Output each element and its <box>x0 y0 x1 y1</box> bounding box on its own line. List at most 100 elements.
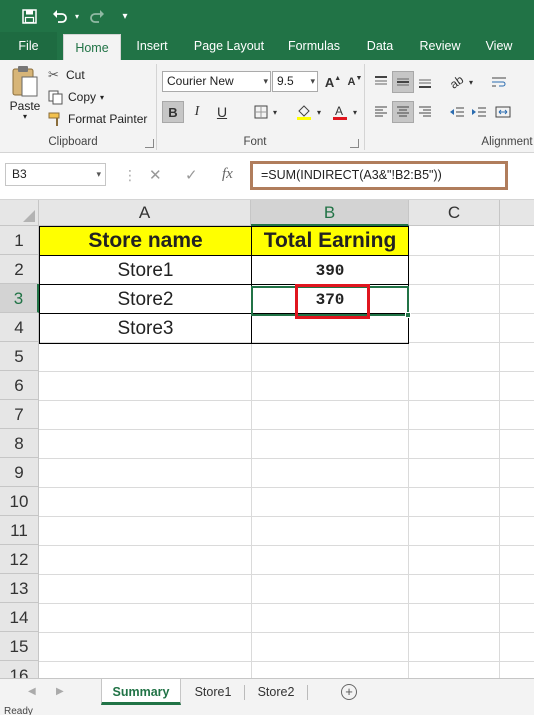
row-header-15[interactable]: 15 <box>0 632 39 661</box>
tab-view[interactable]: View <box>476 32 522 60</box>
tab-data[interactable]: Data <box>356 32 404 60</box>
italic-button[interactable]: I <box>186 101 208 123</box>
scroll-right-icon[interactable]: ▶ <box>56 686 64 697</box>
sheet-tab-separator <box>307 685 308 700</box>
column-header-a[interactable]: A <box>39 200 251 226</box>
fill-color-icon[interactable] <box>293 101 315 123</box>
cut-button[interactable]: ✂ Cut <box>48 66 85 84</box>
paste-icon <box>12 66 38 97</box>
bottom-align-icon[interactable] <box>414 71 436 93</box>
scroll-left-icon[interactable]: ◀ <box>28 686 36 697</box>
paste-dropdown-icon[interactable]: ▾ <box>23 113 27 121</box>
cell-b1[interactable]: Total Earning <box>252 227 408 255</box>
fill-color-dropdown-icon[interactable]: ▾ <box>314 101 324 123</box>
top-align-icon[interactable] <box>370 71 392 93</box>
underline-icon[interactable]: U <box>211 101 233 123</box>
font-name-select[interactable]: Courier New ▾ <box>162 71 271 92</box>
save-icon[interactable] <box>18 6 40 26</box>
clipboard-launcher-icon[interactable] <box>145 139 154 148</box>
table-border <box>408 226 409 344</box>
row-header-7[interactable]: 7 <box>0 400 39 429</box>
add-sheet-icon[interactable]: + <box>341 684 357 700</box>
row-header-2[interactable]: 2 <box>0 255 39 284</box>
row-header-14[interactable]: 14 <box>0 603 39 632</box>
tab-review[interactable]: Review <box>412 32 468 60</box>
enter-icon[interactable]: ✓ <box>185 166 198 184</box>
sheet-tab-store1[interactable]: Store1 <box>185 679 241 705</box>
format-painter-button[interactable]: Format Painter <box>48 110 147 128</box>
cell-a3[interactable]: Store2 <box>40 285 251 313</box>
borders-dropdown-icon[interactable]: ▾ <box>270 101 280 123</box>
gridline <box>39 661 534 662</box>
row-header-9[interactable]: 9 <box>0 458 39 487</box>
row-header-5[interactable]: 5 <box>0 342 39 371</box>
decrease-indent-icon[interactable] <box>446 101 468 123</box>
column-header-b[interactable]: B <box>251 200 409 226</box>
redo-icon[interactable] <box>86 6 108 26</box>
font-size-select[interactable]: 9.5 ▾ <box>272 71 318 92</box>
cell-a2[interactable]: Store1 <box>40 256 251 284</box>
name-box[interactable]: B3 ▾ <box>5 163 106 186</box>
insert-function-icon[interactable]: fx <box>222 166 233 183</box>
row-header-1[interactable]: 1 <box>0 226 39 255</box>
increase-font-icon[interactable]: A ▲ <box>322 71 344 93</box>
fill-handle[interactable] <box>405 312 411 318</box>
sheet-tab-summary[interactable]: Summary <box>101 679 181 705</box>
table-border <box>39 226 40 344</box>
tab-file[interactable]: File <box>0 32 57 60</box>
sheet-tab-store2[interactable]: Store2 <box>248 679 304 705</box>
italic-label: I <box>194 104 200 119</box>
middle-align-icon[interactable] <box>392 71 414 93</box>
row-header-4[interactable]: 4 <box>0 313 39 342</box>
font-name-value: Courier New <box>167 74 234 88</box>
cell-a4[interactable]: Store3 <box>40 314 251 342</box>
row-header-13[interactable]: 13 <box>0 574 39 603</box>
worksheet-grid[interactable]: A B C 1 2 3 4 5 6 7 8 9 10 11 12 13 14 1… <box>0 200 534 678</box>
tab-page-layout[interactable]: Page Layout <box>186 32 272 60</box>
align-center-icon[interactable] <box>392 101 414 123</box>
title-bar: ▾ ▾ <box>0 0 534 32</box>
merge-center-icon[interactable] <box>492 101 514 123</box>
tab-insert[interactable]: Insert <box>127 32 177 60</box>
align-left-icon[interactable] <box>370 101 392 123</box>
formula-input[interactable]: =SUM(INDIRECT(A3&"!B2:B5")) <box>250 161 508 190</box>
tab-formulas[interactable]: Formulas <box>281 32 347 60</box>
wrap-text-icon[interactable] <box>488 71 510 93</box>
select-all-button[interactable] <box>0 200 39 226</box>
row-header-11[interactable]: 11 <box>0 516 39 545</box>
font-group-label: Font <box>243 136 267 148</box>
gridline <box>39 574 534 575</box>
row-header-16[interactable]: 16 <box>0 661 39 678</box>
copy-button[interactable]: Copy ▾ <box>48 88 104 106</box>
font-launcher-icon[interactable] <box>350 139 359 148</box>
row-header-3[interactable]: 3 <box>0 284 39 313</box>
font-color-icon[interactable]: A <box>329 101 351 123</box>
customize-icon[interactable]: ▾ <box>118 6 132 26</box>
undo-icon[interactable] <box>48 6 72 26</box>
row-header-8[interactable]: 8 <box>0 429 39 458</box>
row-header-6[interactable]: 6 <box>0 371 39 400</box>
column-header-d[interactable] <box>500 200 534 226</box>
row-header-10[interactable]: 10 <box>0 487 39 516</box>
align-right-icon[interactable] <box>414 101 436 123</box>
ribbon: Paste ▾ ✂ Cut Copy ▾ Format Painter Clip… <box>0 60 534 153</box>
borders-icon[interactable] <box>250 101 272 123</box>
decrease-font-icon[interactable]: A ▼ <box>344 71 366 93</box>
row-header-12[interactable]: 12 <box>0 545 39 574</box>
chevron-down-icon: ▾ <box>310 76 315 86</box>
tab-home[interactable]: Home <box>63 34 121 60</box>
paste-button[interactable]: Paste ▾ <box>6 64 44 128</box>
format-painter-label: Format Painter <box>68 112 148 126</box>
orientation-icon[interactable]: ab <box>446 71 468 93</box>
font-color-dropdown-icon[interactable]: ▾ <box>350 101 360 123</box>
column-header-c[interactable]: C <box>409 200 500 226</box>
cancel-icon[interactable]: ✕ <box>149 166 162 184</box>
copy-dropdown-icon[interactable]: ▾ <box>100 93 104 102</box>
orientation-dropdown-icon[interactable]: ▾ <box>466 71 476 93</box>
cell-a1[interactable]: Store name <box>40 227 251 255</box>
undo-dropdown-icon[interactable]: ▾ <box>72 6 82 26</box>
bold-button[interactable]: B <box>162 101 184 123</box>
increase-indent-icon[interactable] <box>468 101 490 123</box>
svg-text:A: A <box>335 104 343 118</box>
cell-b2[interactable]: 390 <box>252 256 408 284</box>
